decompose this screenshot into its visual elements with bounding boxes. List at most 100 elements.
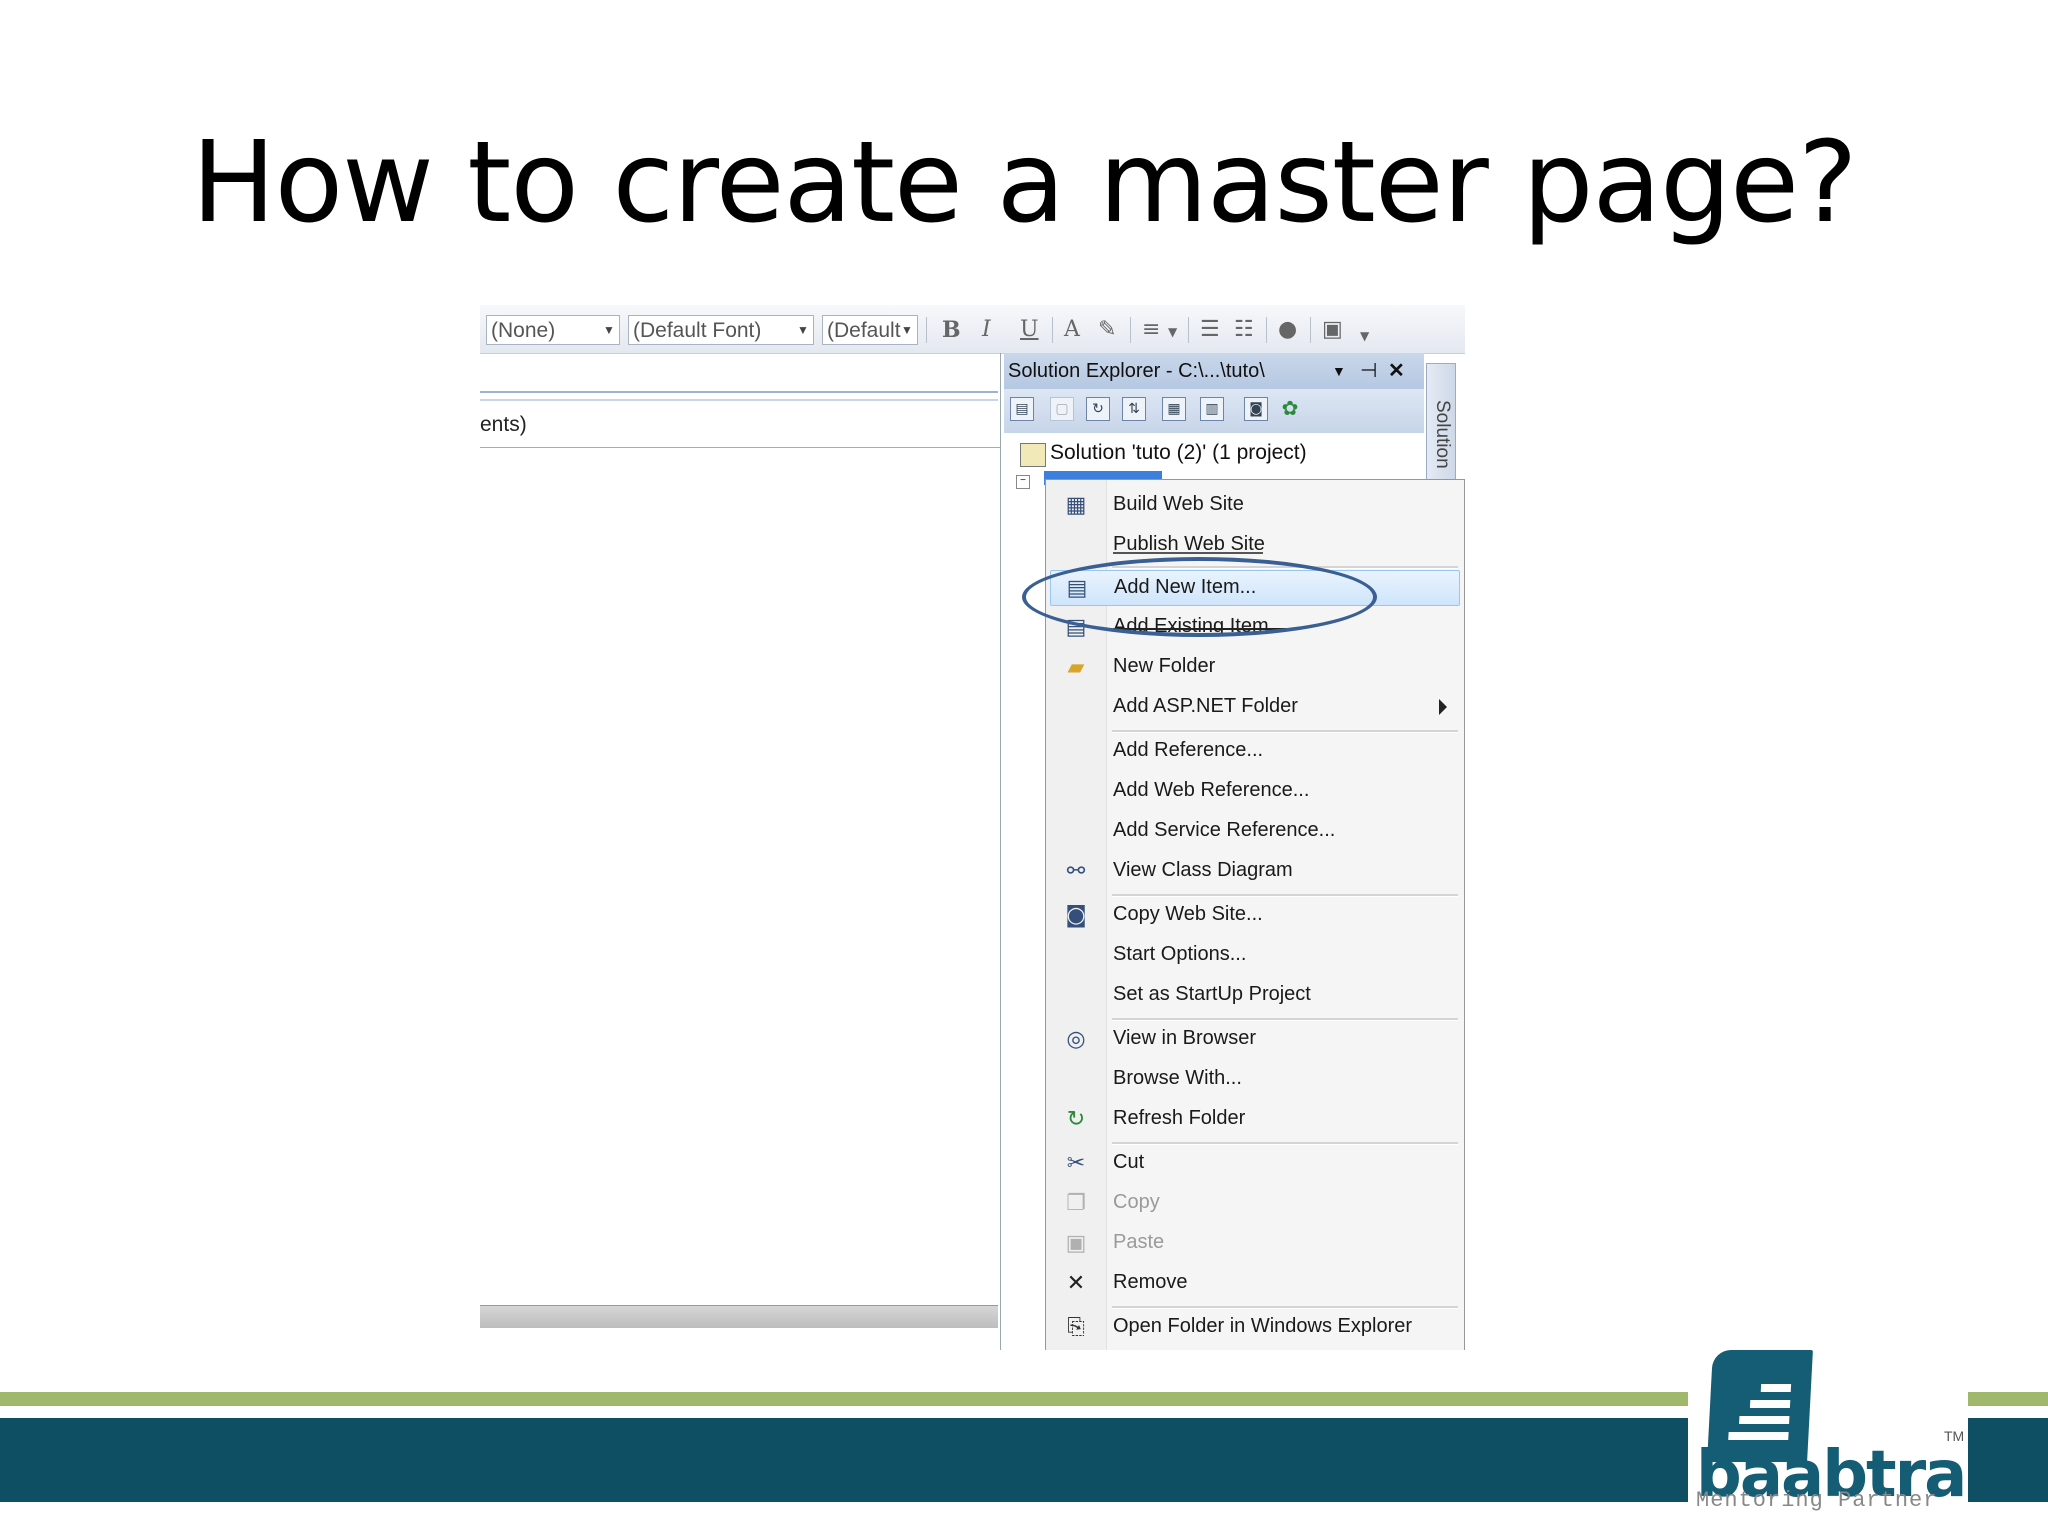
bold-button[interactable]: B (942, 317, 961, 343)
view-code-icon[interactable]: ▦ (1162, 397, 1186, 421)
menu-item-label: Add ASP.NET Folder (1113, 695, 1298, 717)
toolbar-overflow-icon[interactable]: ▼ (1360, 329, 1369, 343)
solution-side-tab[interactable]: Solution (1426, 363, 1456, 483)
menu-item-label: Add Web Reference... (1113, 779, 1310, 801)
properties-icon[interactable]: ▤ (1010, 397, 1034, 421)
numbered-list-icon[interactable]: ☷ (1234, 317, 1254, 342)
copy-icon: ❐ (1066, 1191, 1086, 1216)
menu-item-refresh-folder[interactable]: ↻ Refresh Folder (1046, 1102, 1461, 1138)
menu-item-label: Paste (1113, 1231, 1165, 1253)
font-combo-value: (Default Font) (633, 319, 762, 342)
copy-site-icon: ◙ (1065, 903, 1087, 928)
solution-explorer-title-bar: Solution Explorer - C:\...\tuto\ ▼ ⊣ ✕ (1004, 353, 1424, 389)
editor-divider (480, 447, 1000, 448)
toolbar-separator (1130, 317, 1131, 343)
logo-bar (1760, 1384, 1792, 1392)
menu-separator (1112, 1306, 1458, 1309)
build-icon: ▦ (1065, 493, 1087, 518)
menu-separator (1112, 1018, 1458, 1021)
menu-item-label: Browse With... (1113, 1067, 1242, 1089)
menu-item-add-reference[interactable]: Add Reference... (1046, 734, 1461, 770)
menu-item-new-folder[interactable]: ▰ New Folder (1046, 650, 1461, 686)
menu-item-browse-with[interactable]: Browse With... (1046, 1062, 1461, 1098)
browser-icon: ◎ (1066, 1027, 1086, 1052)
menu-item-paste[interactable]: ▣ Paste (1046, 1226, 1461, 1262)
logo-trademark: TM (1944, 1428, 1965, 1444)
chevron-down-icon[interactable]: ▼ (1168, 325, 1177, 339)
solution-node[interactable]: Solution 'tuto (2)' (1 project) (1050, 441, 1307, 465)
toolbar-separator (926, 317, 927, 343)
menu-item-build-web-site[interactable]: ▦ Build Web Site (1046, 488, 1461, 524)
ide-screenshot: (None) ▼ (Default Font) ▼ (Default ▼ B I… (480, 305, 1465, 1350)
menu-item-label: View Class Diagram (1113, 859, 1293, 881)
horizontal-scrollbar[interactable] (480, 1305, 998, 1328)
bullet-list-icon[interactable]: ☰ (1200, 317, 1220, 342)
refresh-icon[interactable]: ↻ (1086, 397, 1110, 421)
solution-explorer-toolbar: ▤ ▢ ↻ ⇅ ▦ ▥ ◙ ✿ (1004, 389, 1424, 433)
menu-item-add-web-reference[interactable]: Add Web Reference... (1046, 774, 1461, 810)
menu-item-label: Refresh Folder (1113, 1107, 1246, 1129)
menu-item-remove[interactable]: ✕ Remove (1046, 1266, 1461, 1302)
toolbar-separator (1052, 317, 1053, 343)
chevron-down-icon[interactable]: ▼ (1332, 353, 1346, 389)
menu-item-add-service-reference[interactable]: Add Service Reference... (1046, 814, 1461, 850)
refresh-icon: ↻ (1066, 1107, 1086, 1132)
menu-item-label: Build Web Site (1113, 493, 1244, 515)
chevron-down-icon[interactable]: ▼ (793, 316, 813, 344)
menu-item-view-class-diagram[interactable]: ⚯ View Class Diagram (1046, 854, 1461, 890)
remove-icon: ✕ (1066, 1271, 1086, 1296)
menu-item-copy-web-site[interactable]: ◙ Copy Web Site... (1046, 898, 1461, 934)
menu-separator (1112, 894, 1458, 897)
nest-files-icon[interactable]: ⇅ (1122, 397, 1146, 421)
solution-explorer-title: Solution Explorer - C:\...\tuto\ (1008, 360, 1265, 382)
menu-item-start-options[interactable]: Start Options... (1046, 938, 1461, 974)
menu-item-label: Cut (1113, 1151, 1145, 1173)
submenu-arrow-icon (1439, 699, 1447, 715)
editor-partial-text: ents) (480, 413, 527, 436)
slide-title: How to create a master page? (191, 118, 1857, 248)
highlight-icon[interactable]: ✎ (1098, 317, 1116, 342)
side-tab-label: Solution (1432, 400, 1453, 469)
editor-tab-line (480, 399, 998, 401)
pin-icon[interactable]: ⊣ (1360, 353, 1377, 389)
style-combo-value: (None) (491, 319, 556, 342)
link-icon[interactable]: ● (1278, 317, 1297, 342)
folder-icon: ▰ (1067, 655, 1085, 680)
toolbar-separator (1266, 317, 1267, 343)
show-files-icon[interactable]: ▢ (1050, 397, 1074, 421)
asp-config-icon[interactable]: ✿ (1278, 397, 1302, 421)
view-designer-icon[interactable]: ▥ (1200, 397, 1224, 421)
italic-button[interactable]: I (982, 317, 991, 342)
size-combo-value: (Default (827, 319, 901, 342)
style-combo[interactable]: (None) ▼ (486, 315, 620, 345)
copy-site-icon[interactable]: ◙ (1244, 397, 1268, 421)
menu-item-copy[interactable]: ❐ Copy (1046, 1186, 1461, 1222)
menu-separator (1112, 730, 1458, 733)
paste-icon: ▣ (1065, 1231, 1087, 1256)
formatting-toolbar: (None) ▼ (Default Font) ▼ (Default ▼ B I… (480, 305, 1465, 354)
menu-item-view-in-browser[interactable]: ◎ View in Browser (1046, 1022, 1461, 1058)
menu-item-add-aspnet-folder[interactable]: Add ASP.NET Folder (1046, 690, 1461, 726)
menu-item-set-startup-project[interactable]: Set as StartUp Project (1046, 978, 1461, 1014)
menu-item-label: Add Reference... (1113, 739, 1264, 761)
image-icon[interactable]: ▣ (1322, 317, 1343, 342)
close-icon[interactable]: ✕ (1388, 353, 1405, 389)
menu-item-label: Remove (1113, 1271, 1188, 1293)
collapse-icon[interactable]: − (1016, 475, 1030, 489)
font-color-icon[interactable]: A (1064, 317, 1080, 342)
highlight-oval-annotation (1022, 557, 1377, 637)
underline-button[interactable]: U (1020, 317, 1039, 342)
size-combo[interactable]: (Default ▼ (822, 315, 918, 345)
menu-item-open-folder-in-explorer[interactable]: ⎘ Open Folder in Windows Explorer (1046, 1310, 1461, 1346)
logo-bar (1739, 1416, 1790, 1424)
menu-item-label: Copy (1113, 1191, 1160, 1213)
chevron-down-icon[interactable]: ▼ (599, 316, 619, 344)
menu-item-label: Add Service Reference... (1113, 819, 1336, 841)
font-combo[interactable]: (Default Font) ▼ (628, 315, 814, 345)
toolbar-separator (1310, 317, 1311, 343)
chevron-down-icon[interactable]: ▼ (897, 316, 917, 344)
logo-tagline: Mentoring Partner (1696, 1488, 1938, 1513)
menu-item-cut[interactable]: ✂ Cut (1046, 1146, 1461, 1182)
menu-item-label: Copy Web Site... (1113, 903, 1263, 925)
align-icon[interactable]: ≡ (1142, 317, 1160, 342)
